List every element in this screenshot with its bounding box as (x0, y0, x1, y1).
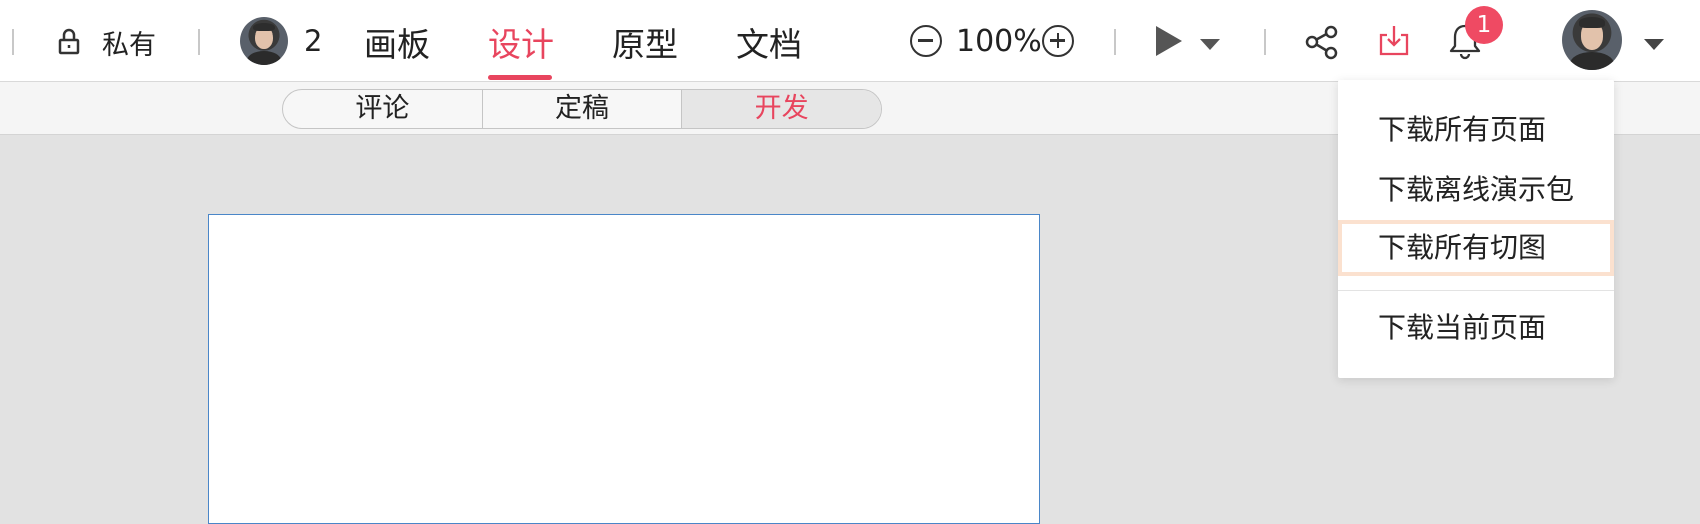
active-tab-indicator (488, 75, 552, 80)
toolbar-divider (1264, 29, 1266, 55)
segment-finalize[interactable]: 定稿 (483, 90, 683, 128)
collaborator-avatar[interactable] (240, 17, 288, 65)
tab-artboard[interactable]: 画板 (364, 18, 430, 66)
zoom-in-icon[interactable] (1042, 25, 1074, 57)
menu-item-download-current-page[interactable]: 下载当前页面 (1338, 300, 1614, 356)
tab-prototype[interactable]: 原型 (612, 18, 678, 66)
mode-segmented-control: 评论 定稿 开发 (282, 89, 882, 129)
chevron-down-icon[interactable] (1200, 36, 1220, 50)
toolbar-divider (12, 29, 14, 55)
privacy-label[interactable]: 私有 (102, 23, 156, 62)
download-menu: 下载所有页面 下载离线演示包 下载所有切图 下载当前页面 (1338, 80, 1614, 378)
user-avatar[interactable] (1562, 10, 1622, 70)
notification-badge: 1 (1465, 6, 1503, 44)
lock-icon[interactable] (56, 27, 82, 57)
segment-develop[interactable]: 开发 (682, 90, 881, 128)
download-icon[interactable] (1376, 23, 1412, 59)
segment-comment[interactable]: 评论 (283, 90, 483, 128)
menu-divider (1338, 290, 1614, 291)
tab-document[interactable]: 文档 (736, 18, 802, 66)
zoom-out-icon[interactable] (910, 25, 942, 57)
share-icon[interactable] (1304, 24, 1340, 60)
menu-item-download-all-slices[interactable]: 下载所有切图 (1338, 220, 1614, 276)
zoom-level[interactable]: 100% (956, 24, 1042, 59)
menu-item-download-all-pages[interactable]: 下载所有页面 (1338, 102, 1614, 158)
tab-design[interactable]: 设计 (488, 18, 554, 66)
toolbar-divider (1114, 29, 1116, 55)
chevron-down-icon[interactable] (1644, 36, 1664, 50)
collaborator-count[interactable]: 2 (304, 24, 322, 58)
menu-item-download-offline-package[interactable]: 下载离线演示包 (1338, 162, 1614, 218)
top-toolbar: 私有 2 画板 设计 原型 文档 100% 1 (0, 0, 1700, 82)
play-icon[interactable] (1154, 24, 1184, 58)
artboard[interactable] (208, 214, 1040, 524)
toolbar-divider (198, 29, 200, 55)
